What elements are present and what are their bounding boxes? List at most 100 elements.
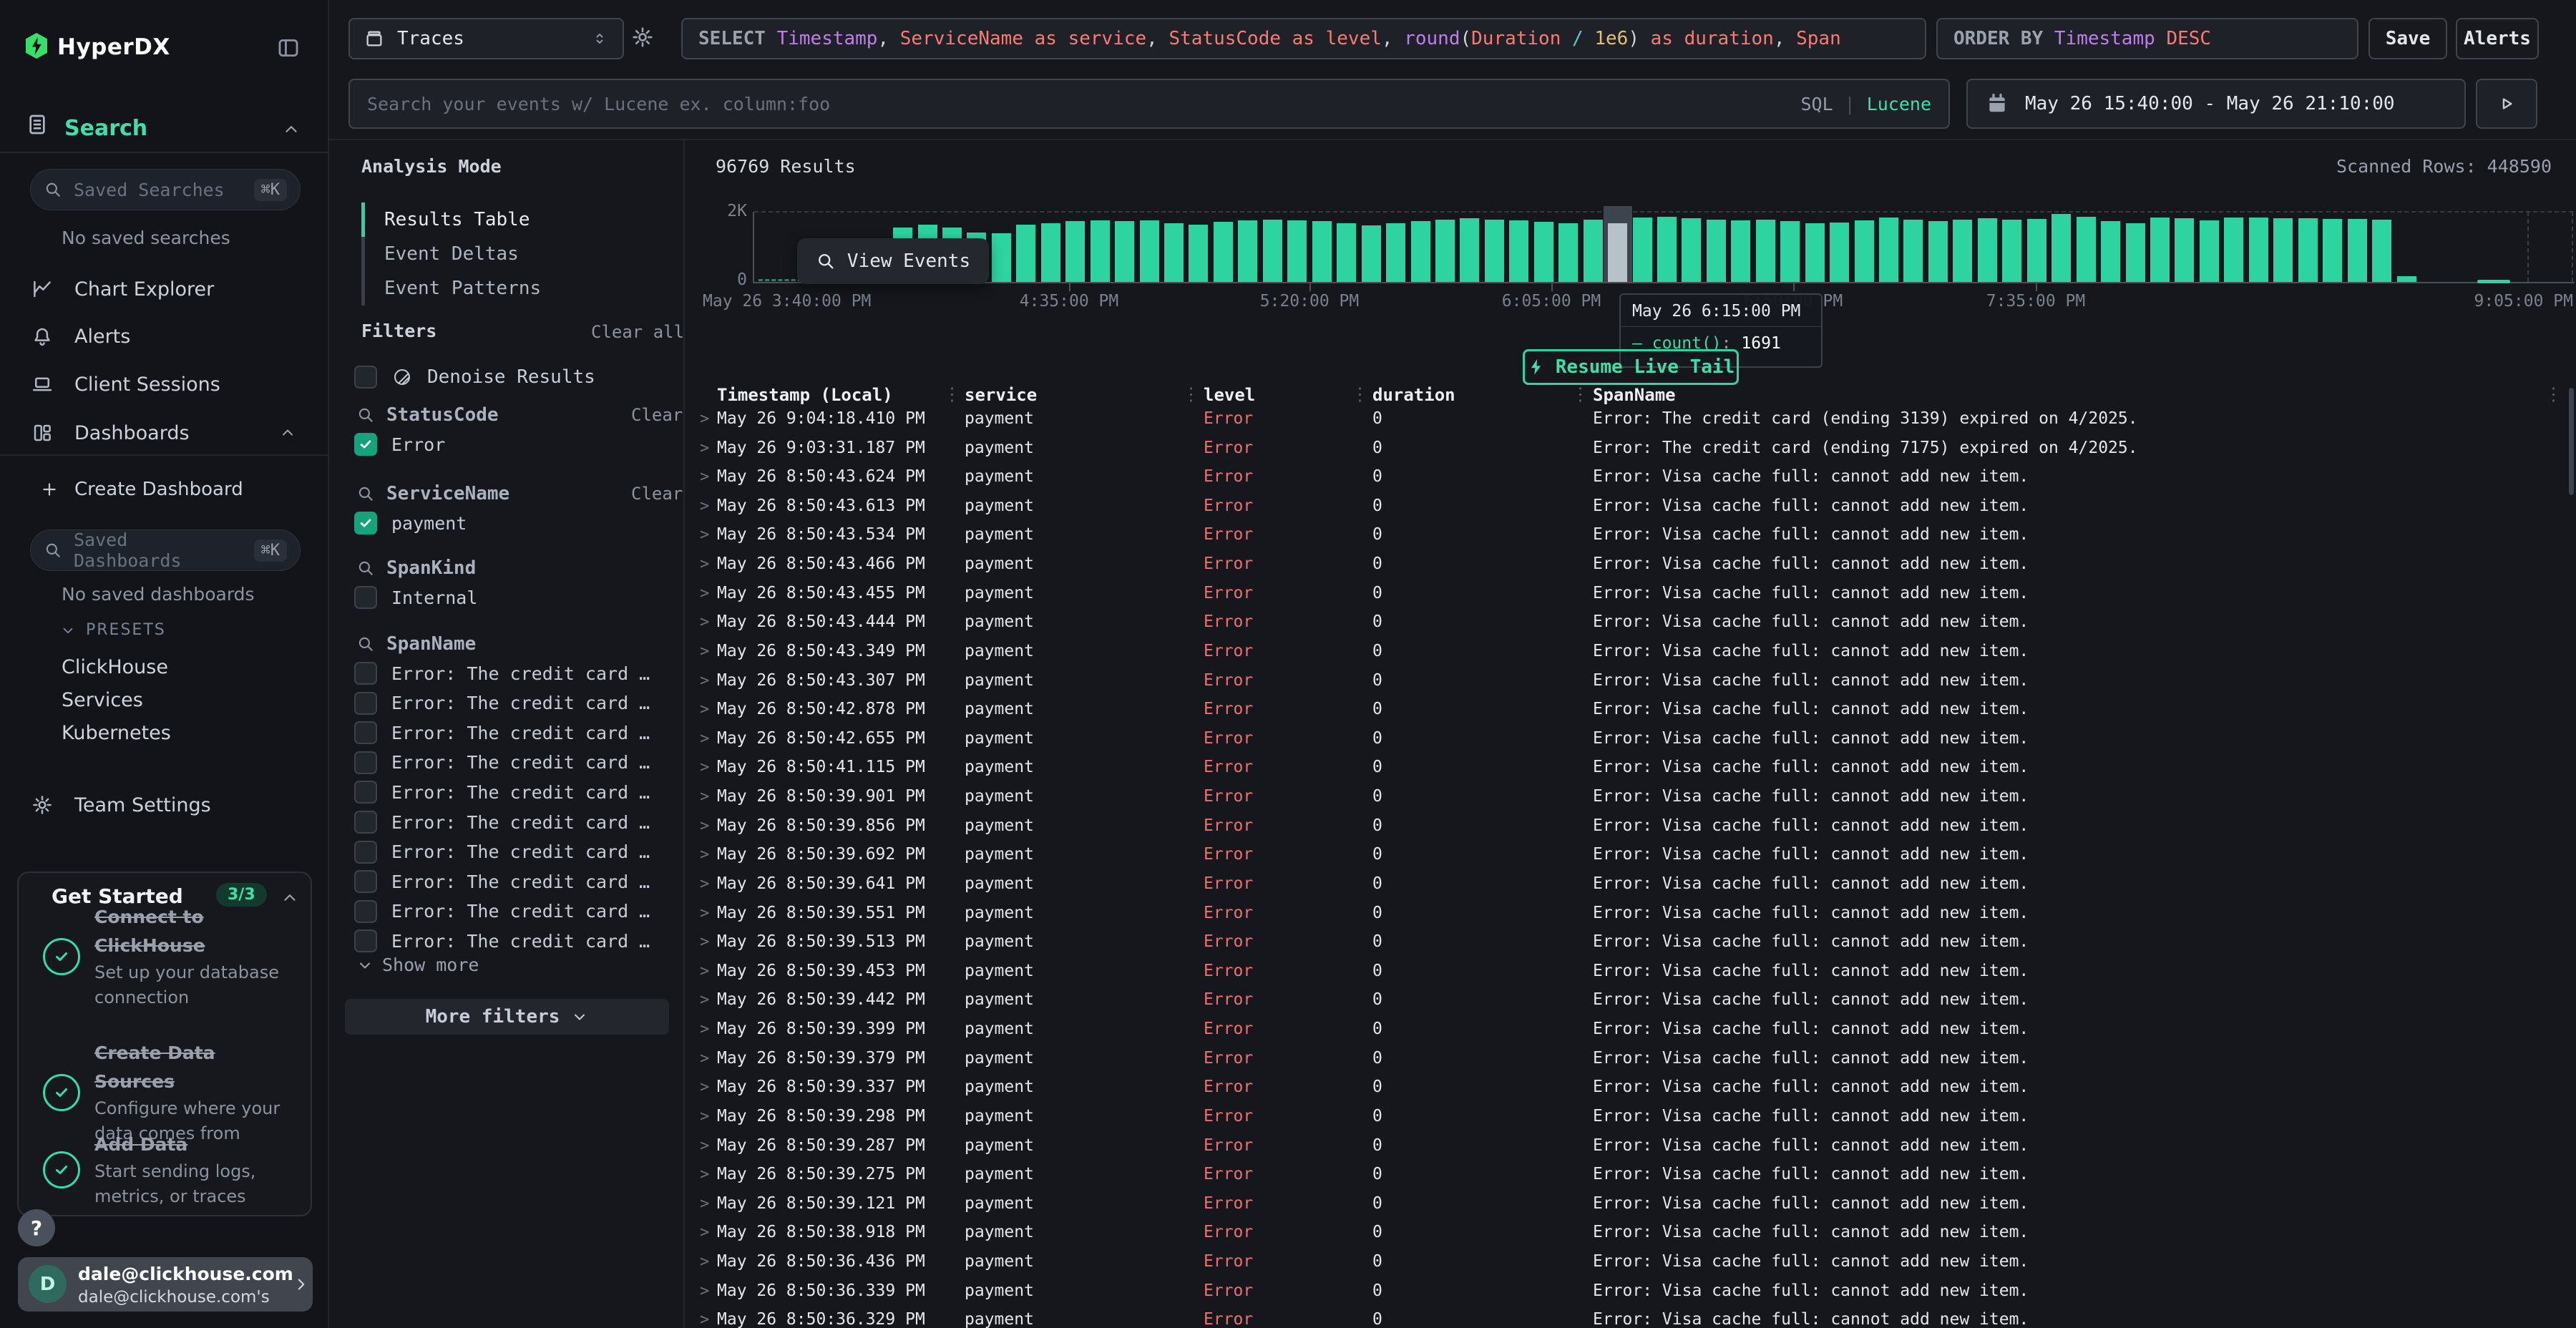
chart-bar[interactable] <box>1041 223 1060 282</box>
chart-bar[interactable] <box>1065 221 1085 282</box>
chart-bar[interactable] <box>1263 220 1282 282</box>
preset-clickhouse[interactable]: ClickHouse <box>62 656 168 678</box>
search-icon[interactable] <box>356 635 375 653</box>
clear-all-filters-link[interactable]: Clear all <box>591 322 684 342</box>
chart-bar[interactable] <box>1091 220 1110 282</box>
chart-bar[interactable] <box>1287 220 1307 282</box>
chart-bar[interactable] <box>2224 218 2243 283</box>
chart-bar[interactable] <box>2397 276 2416 282</box>
show-more-link[interactable]: Show more <box>356 954 479 975</box>
column-drag-handle-icon[interactable]: ⋮ <box>943 384 961 404</box>
resume-live-tail-button[interactable]: Resume Live Tail <box>1523 349 1739 385</box>
chart-bar[interactable] <box>1534 222 1553 282</box>
row-expand-chevron-icon[interactable]: > <box>700 1044 709 1073</box>
chart-bar[interactable] <box>2126 223 2145 282</box>
chart-bar[interactable] <box>1780 221 1800 282</box>
row-expand-chevron-icon[interactable]: > <box>700 1015 709 1044</box>
order-by-input[interactable]: ORDER BY Timestamp DESC <box>1936 18 2358 59</box>
row-expand-chevron-icon[interactable]: > <box>700 695 709 724</box>
filter-option[interactable]: Internal <box>354 582 673 612</box>
row-expand-chevron-icon[interactable]: > <box>700 869 709 899</box>
saved-dashboards-input[interactable]: Saved Dashboards ⌘K <box>30 529 301 571</box>
clear-filter-link[interactable]: Clear <box>631 484 683 504</box>
chart-bar[interactable] <box>1189 225 1208 282</box>
view-events-button[interactable]: View Events <box>797 238 989 284</box>
chart-bar[interactable] <box>1238 220 1257 282</box>
row-expand-chevron-icon[interactable]: > <box>700 1073 709 1102</box>
chart-bar[interactable] <box>1608 223 1627 282</box>
row-expand-chevron-icon[interactable]: > <box>700 520 709 550</box>
sql-toggle[interactable]: SQL <box>1800 94 1833 114</box>
column-drag-handle-icon[interactable]: ⋮ <box>2545 384 2562 404</box>
chart-bar[interactable] <box>1558 223 1578 283</box>
row-expand-chevron-icon[interactable]: > <box>700 492 709 521</box>
alerts-button[interactable]: Alerts <box>2456 18 2539 59</box>
filter-option[interactable]: Error: The credit card … <box>354 777 673 807</box>
row-expand-chevron-icon[interactable]: > <box>700 724 709 753</box>
chart-bar[interactable] <box>2372 220 2391 282</box>
search-icon[interactable] <box>356 484 375 503</box>
row-expand-chevron-icon[interactable]: > <box>700 753 709 782</box>
chart-bar[interactable] <box>2027 219 2046 282</box>
sidebar-collapse-icon[interactable] <box>276 36 302 60</box>
column-header-duration[interactable]: duration <box>1372 382 1455 408</box>
chart-bar[interactable] <box>1337 223 1356 282</box>
checkbox-unchecked[interactable] <box>354 811 377 834</box>
help-button[interactable]: ? <box>18 1209 55 1246</box>
checkbox-checked[interactable] <box>354 512 377 534</box>
column-drag-handle-icon[interactable]: ⋮ <box>1182 384 1200 404</box>
preset-kubernetes[interactable]: Kubernetes <box>62 722 171 744</box>
chart-bar[interactable] <box>2002 220 2021 282</box>
row-expand-chevron-icon[interactable]: > <box>700 1247 709 1276</box>
chart-bar[interactable] <box>1435 220 1455 283</box>
row-expand-chevron-icon[interactable]: > <box>700 1160 709 1189</box>
chart-bar[interactable] <box>1140 220 1159 282</box>
presets-toggle[interactable]: PRESETS <box>60 621 166 639</box>
row-expand-chevron-icon[interactable]: > <box>700 1218 709 1247</box>
row-expand-chevron-icon[interactable]: > <box>700 666 709 695</box>
checkbox-unchecked[interactable] <box>354 721 377 744</box>
analysis-mode-event-deltas[interactable]: Event Deltas <box>384 237 519 271</box>
sidebar-item-dashboards[interactable]: Dashboards <box>0 411 328 455</box>
filter-option[interactable]: Error: The credit card … <box>354 658 673 688</box>
query-language-toggle[interactable]: SQL | Lucene <box>1800 94 1931 114</box>
chart-bar[interactable] <box>1879 218 1898 282</box>
chart-bar[interactable] <box>1707 220 1726 282</box>
filter-option[interactable]: Error: The credit card … <box>354 718 673 748</box>
checkbox-unchecked[interactable] <box>354 366 377 389</box>
column-drag-handle-icon[interactable]: ⋮ <box>1351 384 1369 404</box>
row-expand-chevron-icon[interactable]: > <box>700 462 709 492</box>
chart-bar[interactable] <box>1411 221 1430 282</box>
checkbox-checked[interactable] <box>354 433 377 456</box>
row-expand-chevron-icon[interactable]: > <box>700 550 709 579</box>
analysis-mode-event-patterns[interactable]: Event Patterns <box>384 271 541 306</box>
checkbox-unchecked[interactable] <box>354 586 377 609</box>
filter-option[interactable]: Error: The credit card … <box>354 866 673 897</box>
create-dashboard-button[interactable]: Create Dashboard <box>0 469 328 509</box>
checkbox-unchecked[interactable] <box>354 692 377 715</box>
chart-bar[interactable] <box>1362 225 1381 282</box>
preset-services[interactable]: Services <box>62 689 143 711</box>
row-expand-chevron-icon[interactable]: > <box>700 1131 709 1161</box>
row-expand-chevron-icon[interactable]: > <box>700 899 709 928</box>
chart-bar[interactable] <box>2200 220 2219 282</box>
chart-bar[interactable] <box>1509 220 1528 282</box>
chart-bar[interactable] <box>1903 220 1923 282</box>
chart-bar[interactable] <box>2101 221 2120 282</box>
row-expand-chevron-icon[interactable]: > <box>700 927 709 957</box>
filter-option[interactable]: payment <box>354 508 673 538</box>
chart-bar[interactable] <box>1731 220 1750 282</box>
checkbox-unchecked[interactable] <box>354 781 377 804</box>
save-button[interactable]: Save <box>2368 18 2447 59</box>
clear-filter-link[interactable]: Clear <box>631 405 683 425</box>
get-started-step[interactable]: Add Data Start sending logs, metrics, or… <box>43 1131 293 1209</box>
chart-bar[interactable] <box>1115 221 1134 282</box>
chart-bar[interactable] <box>1485 220 1504 282</box>
date-range-picker[interactable]: May 26 15:40:00 - May 26 21:10:00 <box>1966 79 2466 129</box>
checkbox-unchecked[interactable] <box>354 751 377 774</box>
chart-bar[interactable] <box>2051 214 2071 282</box>
chart-bar[interactable] <box>2175 218 2194 282</box>
row-expand-chevron-icon[interactable]: > <box>700 840 709 869</box>
chart-bar[interactable] <box>2077 217 2096 282</box>
chart-bar[interactable] <box>2150 218 2170 282</box>
